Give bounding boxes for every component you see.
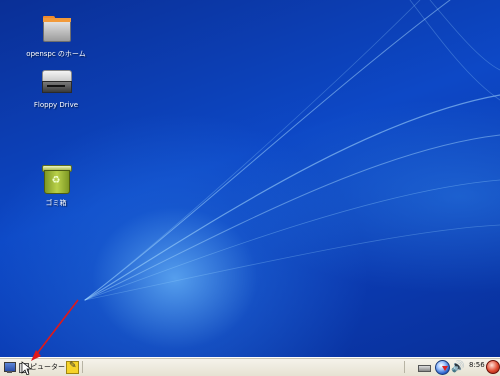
desktop-icon-trash[interactable]: ♻ ゴミ箱 xyxy=(11,163,101,208)
desktop-icon-floppy[interactable]: Floppy Drive xyxy=(11,66,101,109)
computer-menu-button[interactable]: ピューター xyxy=(17,360,65,374)
notes-button[interactable]: ✎ xyxy=(66,360,79,374)
network-icon[interactable] xyxy=(418,360,431,372)
update-icon[interactable] xyxy=(435,360,450,375)
desktop-icon-floppy-label: Floppy Drive xyxy=(33,101,79,109)
power-icon[interactable] xyxy=(486,360,500,374)
volume-icon[interactable]: 🔊 xyxy=(451,360,465,373)
trash-icon: ♻ xyxy=(39,163,73,195)
floppy-drive-icon xyxy=(39,66,73,98)
desktop-icon-trash-label: ゴミ箱 xyxy=(45,199,67,207)
system-tray: 🔊 8:56 xyxy=(406,358,500,376)
desktop-icon-home-label: openspc のホーム xyxy=(26,50,86,58)
computer-menu-label: ピューター xyxy=(30,363,65,371)
computer-icon xyxy=(19,363,29,373)
desktop-icon-home[interactable]: openspc のホーム xyxy=(11,14,101,59)
show-desktop-button[interactable] xyxy=(3,360,16,374)
taskbar-separator xyxy=(82,361,83,373)
clock[interactable]: 8:56 xyxy=(469,361,485,369)
home-folder-icon xyxy=(39,14,73,46)
taskbar: ピューター ✎ 🔊 8:56 xyxy=(0,357,500,376)
desktop[interactable]: openspc のホーム Floppy Drive ♻ ゴミ箱 xyxy=(0,0,500,357)
taskbar-separator xyxy=(404,361,405,373)
